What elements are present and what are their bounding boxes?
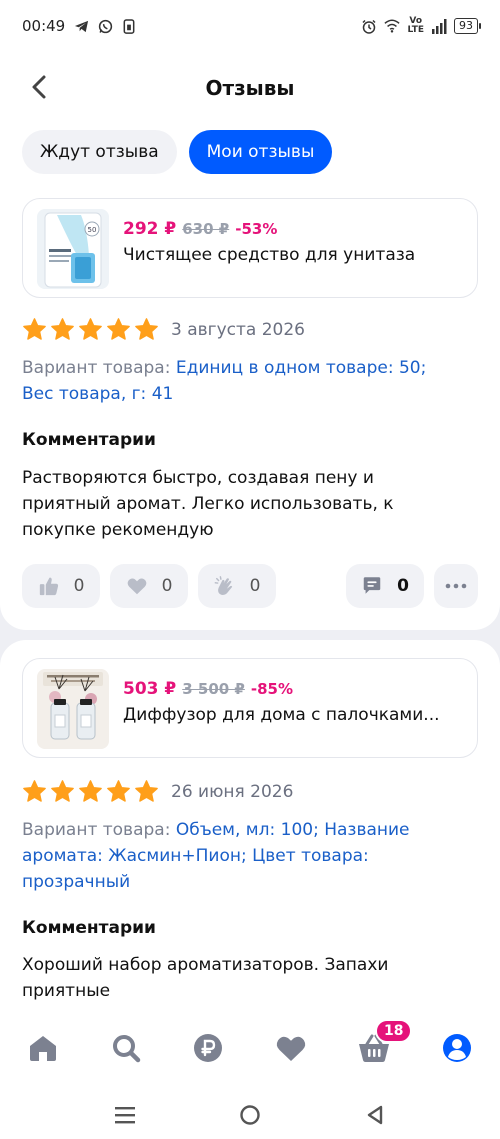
signal-icon	[431, 18, 447, 34]
back-system-button[interactable]	[360, 1100, 390, 1130]
product-name: Диффузор для дома с палочками...	[123, 705, 440, 725]
clap-count: 0	[249, 576, 261, 596]
alarm-icon	[361, 18, 377, 34]
rating-row: 26 июня 2026	[22, 779, 293, 804]
star-icon	[79, 318, 102, 340]
nav-favorites[interactable]	[271, 1028, 311, 1068]
star-icon	[135, 780, 158, 802]
product-variant: Вариант товара: Объем, мл: 100; Название…	[22, 817, 460, 895]
star-icon	[107, 318, 130, 340]
comment-icon	[363, 577, 381, 594]
product-info: 292 ₽ 630 ₽ -53% Чистящее средство для у…	[123, 219, 467, 265]
like-count: 0	[73, 576, 85, 596]
clap-icon	[214, 576, 232, 596]
price-current: 503 ₽	[123, 679, 177, 699]
back-button[interactable]	[24, 72, 54, 102]
back-triangle-icon	[367, 1105, 383, 1125]
recent-apps-button[interactable]	[110, 1100, 140, 1130]
review-date: 26 июня 2026	[171, 781, 294, 802]
status-time: 00:49	[22, 17, 66, 35]
heart-button[interactable]: 0	[110, 564, 188, 608]
product-card[interactable]: 503 ₽ 3 500 ₽ -85% Диффузор для дома с п…	[22, 658, 478, 758]
chevron-left-icon	[32, 75, 46, 99]
star-icon	[135, 318, 158, 340]
more-dots-icon	[445, 583, 467, 589]
product-info: 503 ₽ 3 500 ₽ -85% Диффузор для дома с п…	[123, 679, 467, 725]
price-current: 292 ₽	[123, 219, 177, 239]
like-button[interactable]: 0	[22, 564, 100, 608]
status-bar: 00:49 Vo LTE 93	[0, 0, 500, 52]
clap-button[interactable]: 0	[198, 564, 276, 608]
page-title: Отзывы	[205, 76, 295, 100]
sim-icon	[121, 18, 137, 34]
search-icon	[113, 1035, 141, 1063]
thumbs-up-icon	[39, 577, 58, 596]
more-button[interactable]	[434, 564, 478, 608]
nav-cart[interactable]: 18	[354, 1019, 413, 1068]
star-icon	[79, 780, 102, 802]
comment-text: Растворяются быстро, создавая пену и при…	[22, 468, 394, 540]
nav-home[interactable]	[23, 1028, 63, 1068]
star-icon	[23, 318, 46, 340]
price-old: 3 500 ₽	[182, 680, 245, 698]
star-icon	[107, 780, 130, 802]
comment-heading: Комментарии	[22, 918, 156, 938]
variant-label: Вариант товара:	[22, 820, 176, 840]
heart-icon	[127, 578, 146, 595]
rating-row: 3 августа 2026	[22, 317, 305, 342]
review-card: Ждут отзыва Мои отзывы 50 292 ₽ 630 ₽ -5	[0, 110, 500, 630]
star-icon	[51, 318, 74, 340]
nav-search[interactable]	[106, 1028, 146, 1068]
variant-label: Вариант товара:	[22, 358, 176, 378]
telegram-icon	[73, 18, 89, 34]
profile-icon	[443, 1034, 471, 1062]
star-icon	[23, 780, 46, 802]
wifi-icon	[384, 18, 401, 34]
nav-profile[interactable]	[437, 1028, 477, 1068]
product-image	[37, 669, 109, 749]
cart-badge: 18	[375, 1019, 413, 1043]
comment-heading: Комментарии	[22, 430, 156, 450]
home-icon	[30, 1036, 56, 1061]
ruble-icon	[194, 1034, 222, 1062]
whatsapp-icon	[97, 18, 113, 34]
comment-count: 0	[397, 576, 409, 596]
review-date: 3 августа 2026	[171, 319, 305, 340]
product-card[interactable]: 50 292 ₽ 630 ₽ -53% Чистящее средство дл…	[22, 198, 478, 298]
menu-icon	[115, 1107, 135, 1124]
bottom-navigation: 18	[0, 1010, 500, 1090]
comments-button[interactable]: 0	[346, 564, 424, 608]
favorites-icon	[276, 1036, 306, 1061]
svg-text:50: 50	[88, 226, 97, 234]
product-name: Чистящее средство для унитаза	[123, 245, 416, 265]
heart-count: 0	[161, 576, 173, 596]
tab-my-reviews[interactable]: Мои отзывы	[188, 130, 333, 174]
system-navigation	[0, 1090, 500, 1139]
price-row: 292 ₽ 630 ₽ -53%	[123, 219, 467, 239]
price-old: 630 ₽	[182, 220, 230, 238]
tab-awaiting-review[interactable]: Ждут отзыва	[22, 130, 177, 174]
product-image: 50	[37, 209, 109, 289]
battery-indicator: 93	[454, 18, 481, 34]
nav-finance[interactable]	[188, 1028, 228, 1068]
price-row: 503 ₽ 3 500 ₽ -85%	[123, 679, 467, 699]
comment-text: Хороший набор ароматизаторов. Запахи при…	[22, 955, 389, 1001]
review-card: 503 ₽ 3 500 ₽ -85% Диффузор для дома с п…	[0, 640, 500, 1020]
product-variant: Вариант товара: Единиц в одном товаре: 5…	[22, 355, 460, 407]
review-actions: 0 0 0 0	[22, 564, 478, 608]
volte-indicator: Vo LTE	[407, 16, 424, 35]
review-tabs: Ждут отзыва Мои отзывы	[22, 130, 333, 174]
discount-badge: -85%	[250, 680, 294, 698]
star-icon	[51, 780, 74, 802]
circle-home-icon	[240, 1105, 260, 1125]
home-system-button[interactable]	[235, 1100, 265, 1130]
discount-badge: -53%	[235, 220, 278, 238]
